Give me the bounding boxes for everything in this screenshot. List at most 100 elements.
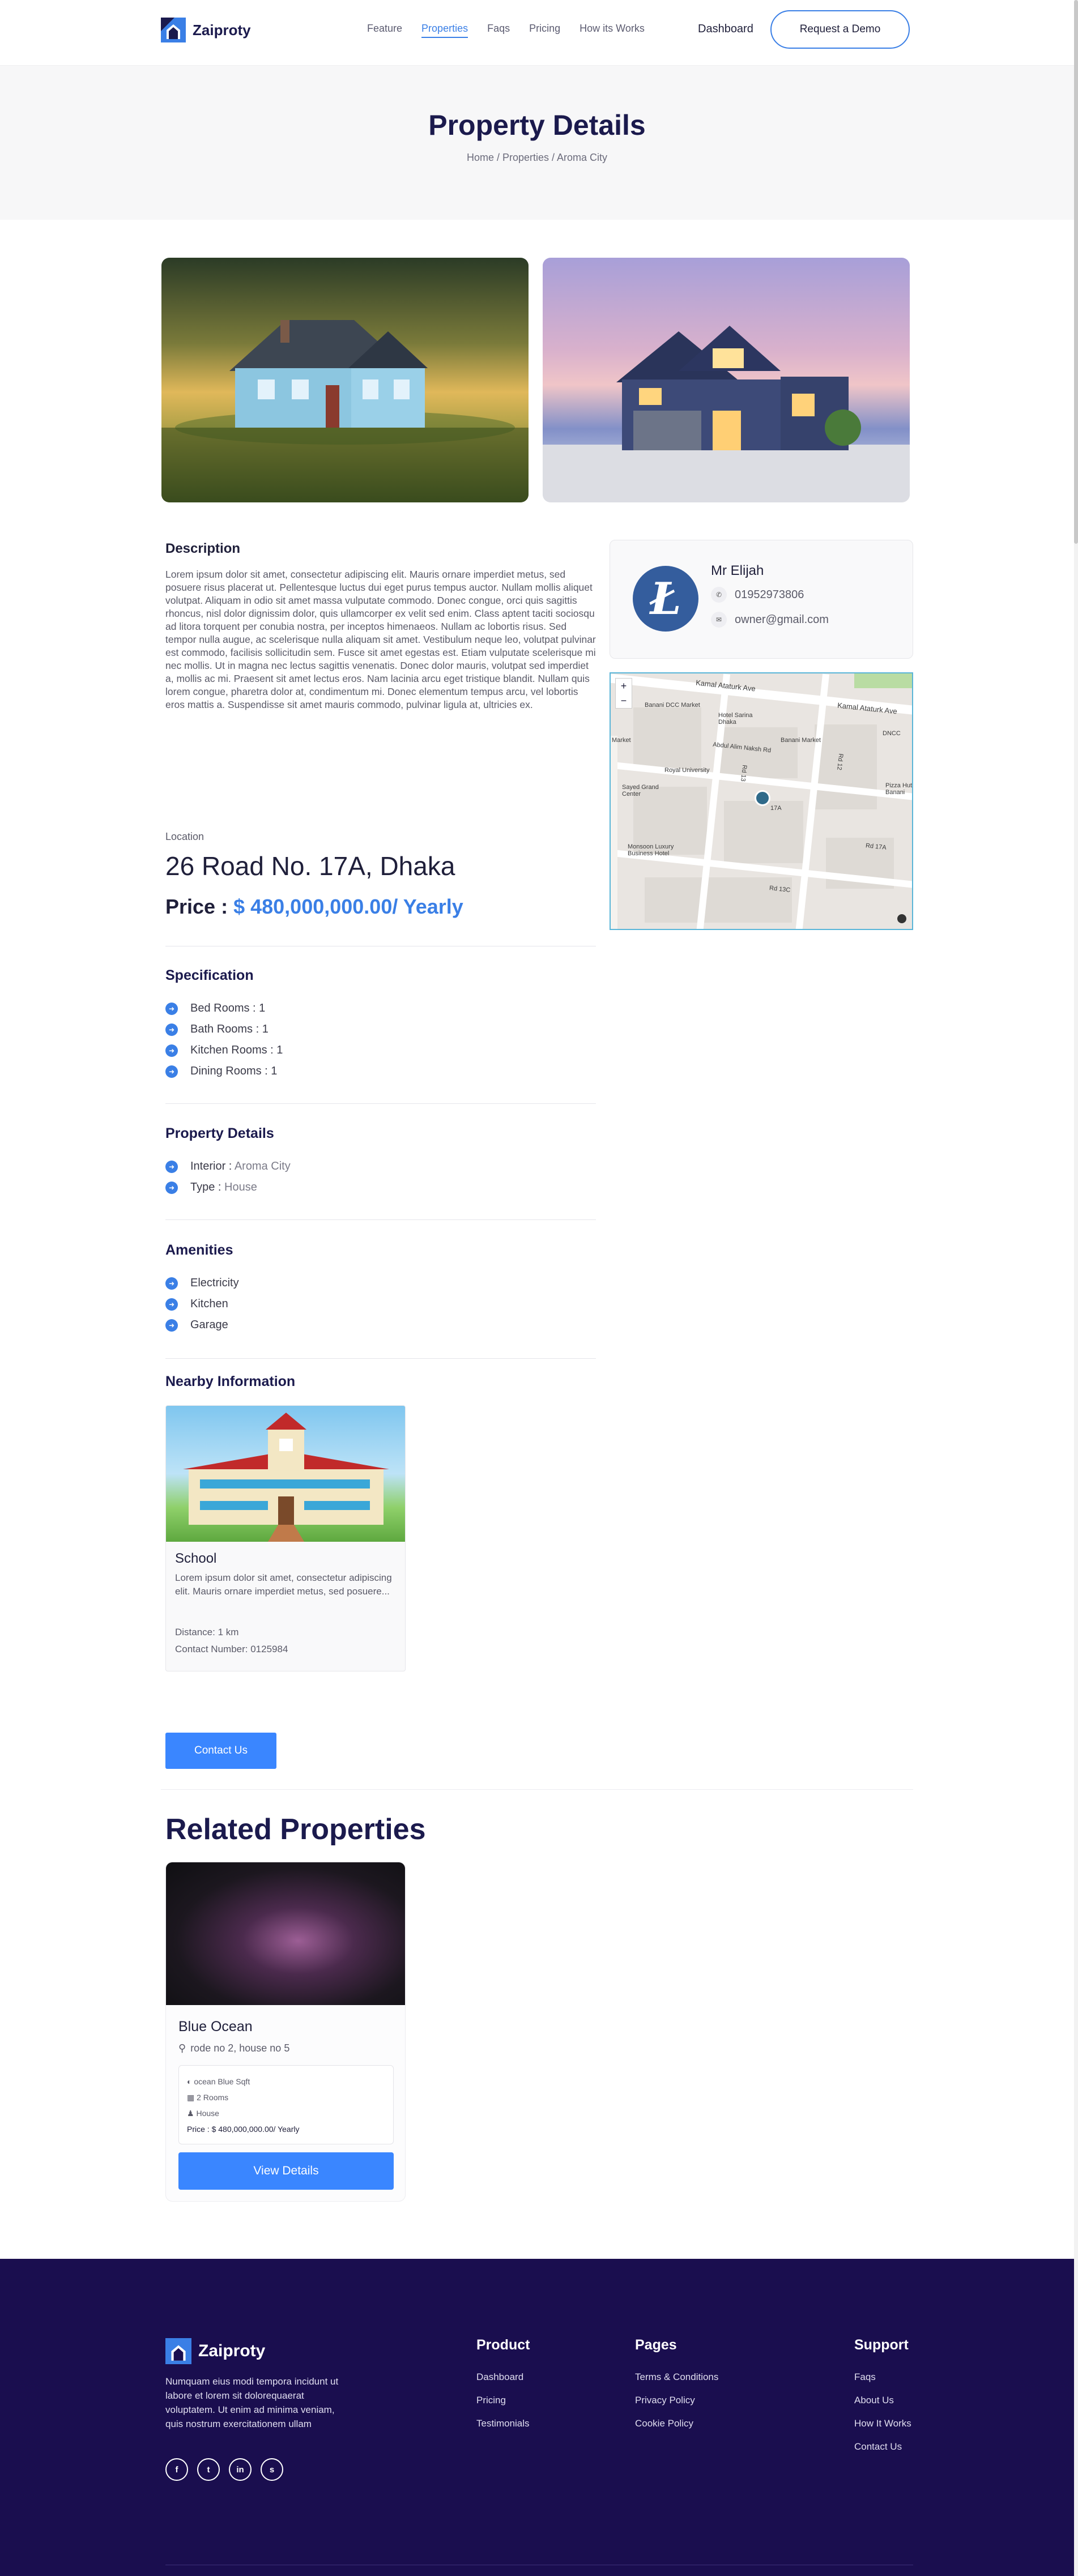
site-header: Zaiproty Feature Properties Faqs Pricing… bbox=[0, 0, 1078, 66]
nearby-contact: Contact Number: 0125984 bbox=[175, 1644, 288, 1654]
location-map[interactable]: Kamal Ataturk Ave Kamal Ataturk Ave Bana… bbox=[610, 672, 913, 930]
footer-column-title: Support bbox=[854, 2337, 909, 2353]
footer-link-testimonials[interactable]: Testimonials bbox=[476, 2418, 530, 2429]
property-card-price: Price : $ 480,000,000.00/ Yearly bbox=[187, 2125, 300, 2134]
nav-pricing[interactable]: Pricing bbox=[529, 23, 560, 38]
footer-link-contact[interactable]: Contact Us bbox=[854, 2441, 911, 2453]
footer-link-about[interactable]: About Us bbox=[854, 2395, 911, 2406]
footer-brand[interactable]: Zaiproty bbox=[165, 2338, 265, 2364]
contact-us-button[interactable]: Contact Us bbox=[165, 1733, 276, 1769]
amenities-title: Amenities bbox=[165, 1242, 233, 1258]
facebook-icon[interactable]: f bbox=[165, 2458, 188, 2481]
owner-email-row[interactable]: ✉ owner@gmail.com bbox=[711, 612, 829, 628]
brand-name: Zaiproty bbox=[193, 21, 251, 39]
property-photo-2[interactable] bbox=[543, 258, 910, 502]
house-logo-icon bbox=[165, 2338, 191, 2364]
twitter-icon[interactable]: t bbox=[197, 2458, 220, 2481]
list-item: ➜ Dining Rooms : 1 bbox=[165, 1061, 283, 1082]
list-item: ➜ Bed Rooms : 1 bbox=[165, 998, 283, 1019]
owner-name: Mr Elijah bbox=[711, 563, 764, 578]
info-icon[interactable] bbox=[897, 914, 906, 923]
footer-link-faqs[interactable]: Faqs bbox=[854, 2372, 911, 2383]
map-place-label: Monsoon Luxury Business Hotel bbox=[628, 843, 674, 857]
school-illustration bbox=[183, 1413, 389, 1542]
house-logo-icon bbox=[161, 18, 186, 42]
bed-icon: ▦ bbox=[187, 2093, 197, 2102]
nav-feature[interactable]: Feature bbox=[367, 23, 402, 38]
footer-link-privacy[interactable]: Privacy Policy bbox=[635, 2395, 718, 2406]
mail-icon: ✉ bbox=[711, 612, 727, 628]
arrow-right-icon: ➜ bbox=[165, 1065, 178, 1078]
litecoin-logo-icon: Ł bbox=[650, 573, 681, 625]
view-details-button[interactable]: View Details bbox=[178, 2152, 394, 2190]
footer-column-title: Product bbox=[476, 2337, 530, 2353]
footer-column-support: Support Faqs About Us How It Works Conta… bbox=[854, 2337, 911, 2464]
list-item: ➜ Electricity bbox=[165, 1273, 239, 1294]
arrow-right-icon: ➜ bbox=[165, 1181, 178, 1194]
footer-link-dashboard[interactable]: Dashboard bbox=[476, 2372, 530, 2383]
owner-avatar: Ł bbox=[633, 566, 698, 632]
location-label: Location bbox=[165, 831, 204, 842]
map-place-label: DNCC bbox=[883, 730, 901, 737]
page-scrollbar[interactable] bbox=[1074, 0, 1078, 2576]
property-photo-1[interactable] bbox=[161, 258, 529, 502]
footer-link-terms[interactable]: Terms & Conditions bbox=[635, 2372, 718, 2383]
footer-column-title: Pages bbox=[635, 2337, 677, 2353]
nearby-title: Nearby Information bbox=[165, 1374, 296, 1389]
house-illustration-2 bbox=[543, 326, 910, 502]
site-footer: Zaiproty Numquam eius modi tempora incid… bbox=[0, 2259, 1074, 2576]
nearby-card[interactable]: School Lorem ipsum dolor sit amet, conse… bbox=[165, 1405, 406, 1671]
scrollbar-thumb[interactable] bbox=[1074, 0, 1078, 544]
nav-how-its-works[interactable]: How its Works bbox=[580, 23, 645, 38]
skype-icon[interactable]: s bbox=[261, 2458, 283, 2481]
list-item: ➜ Kitchen Rooms : 1 bbox=[165, 1040, 283, 1061]
dashboard-link[interactable]: Dashboard bbox=[698, 23, 753, 36]
amenities-list: ➜ Electricity ➜ Kitchen ➜ Garage bbox=[165, 1273, 239, 1336]
footer-brand-name: Zaiproty bbox=[198, 2342, 266, 2360]
request-demo-button[interactable]: Request a Demo bbox=[770, 10, 910, 49]
owner-phone-row[interactable]: ✆ 01952973806 bbox=[711, 587, 804, 603]
arrow-right-icon: ➜ bbox=[165, 1160, 178, 1173]
arrow-right-icon: ➜ bbox=[165, 1298, 178, 1311]
nearby-distance: Distance: 1 km bbox=[175, 1627, 239, 1637]
price: Price : $ 480,000,000.00/ Yearly bbox=[165, 895, 463, 919]
list-item: ➜ Bath Rooms : 1 bbox=[165, 1019, 283, 1040]
footer-link-pricing[interactable]: Pricing bbox=[476, 2395, 530, 2406]
property-card-rooms: ▦ 2 Rooms bbox=[187, 2093, 229, 2102]
footer-column-product: Product Dashboard Pricing Testimonials bbox=[476, 2337, 530, 2441]
brand-logo[interactable]: Zaiproty bbox=[161, 18, 251, 42]
footer-link-how-it-works[interactable]: How It Works bbox=[854, 2418, 911, 2429]
zoom-out-button[interactable]: − bbox=[616, 693, 632, 708]
nearby-name: School bbox=[175, 1551, 217, 1566]
phone-icon: ✆ bbox=[711, 587, 727, 603]
price-label: Price : bbox=[165, 895, 228, 918]
list-item: ➜ Type : House bbox=[165, 1177, 291, 1198]
social-links: f t in s bbox=[165, 2458, 283, 2481]
related-properties-title: Related Properties bbox=[165, 1813, 426, 1846]
owner-card: Ł Mr Elijah ✆ 01952973806 ✉ owner@gmail.… bbox=[610, 540, 913, 659]
zoom-in-button[interactable]: + bbox=[616, 679, 632, 693]
owner-email: owner@gmail.com bbox=[735, 613, 829, 626]
linkedin-icon[interactable]: in bbox=[229, 2458, 252, 2481]
nearby-text: Lorem ipsum dolor sit amet, consectetur … bbox=[175, 1572, 392, 1597]
property-card[interactable]: Blue Ocean ⚲ rode no 2, house no 5 ◐ oce… bbox=[165, 1862, 406, 2202]
page-title: Property Details bbox=[428, 109, 646, 141]
area-icon: ◐ bbox=[187, 2077, 194, 2086]
arrow-right-icon: ➜ bbox=[165, 1277, 178, 1290]
list-item: ➜ Kitchen bbox=[165, 1294, 239, 1315]
divider bbox=[165, 1219, 596, 1220]
main-nav: Feature Properties Faqs Pricing How its … bbox=[367, 23, 645, 38]
divider bbox=[161, 1789, 913, 1790]
map-place-label: Banani DCC Market bbox=[645, 702, 700, 709]
nav-properties[interactable]: Properties bbox=[421, 23, 468, 38]
property-details-title: Property Details bbox=[165, 1125, 274, 1141]
breadcrumb[interactable]: Home / Properties / Aroma City bbox=[0, 152, 1074, 164]
map-marker-icon[interactable] bbox=[755, 790, 770, 806]
description-title: Description bbox=[165, 541, 241, 556]
footer-link-cookie[interactable]: Cookie Policy bbox=[635, 2418, 718, 2429]
nav-faqs[interactable]: Faqs bbox=[487, 23, 510, 38]
map-pin-icon: ⚲ bbox=[178, 2042, 186, 2054]
property-card-type: ♟ House bbox=[187, 2109, 219, 2118]
footer-text: Numquam eius modi tempora incidunt ut la… bbox=[165, 2376, 339, 2429]
arrow-right-icon: ➜ bbox=[165, 1023, 178, 1036]
